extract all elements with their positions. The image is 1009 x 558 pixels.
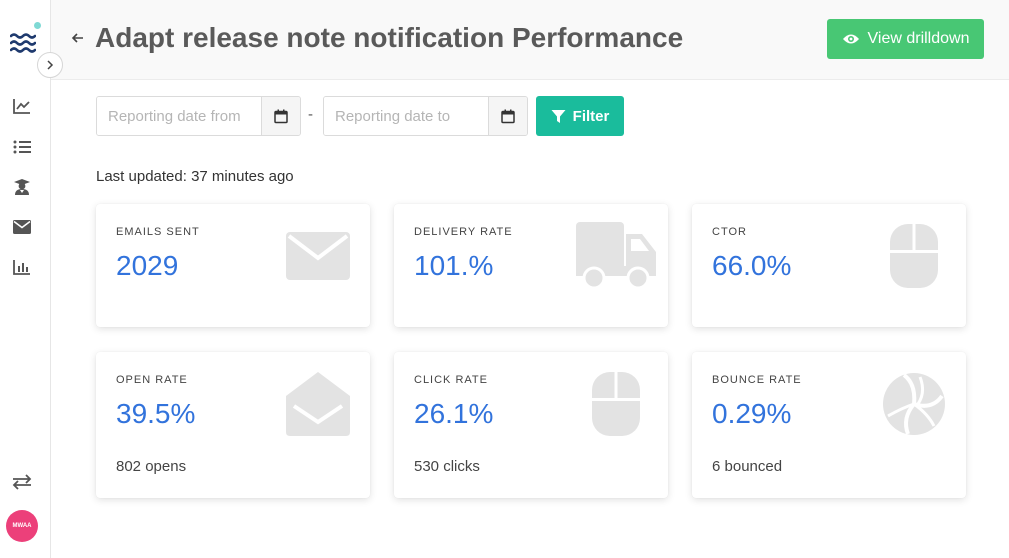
envelope-open-icon — [286, 372, 350, 436]
last-updated-text: Last updated: 37 minutes ago — [96, 168, 294, 185]
filter-icon — [551, 109, 566, 123]
page-title: Adapt release note notification Performa… — [95, 22, 684, 53]
card-label: EMAILS SENT — [116, 226, 200, 238]
card-value: 39.5% — [116, 398, 196, 429]
date-to-calendar-button[interactable] — [488, 97, 527, 135]
card-subtext: 530 clicks — [414, 458, 480, 475]
truck-icon — [576, 222, 656, 288]
card-value: 66.0% — [712, 250, 792, 281]
chevron-right-icon — [47, 60, 54, 70]
page-header: Adapt release note notification Performa… — [51, 0, 1009, 80]
card-subtext: 6 bounced — [712, 458, 783, 475]
notification-dot — [34, 22, 41, 29]
calendar-icon — [274, 109, 288, 123]
card-value: 101.% — [414, 250, 494, 281]
filter-button[interactable]: Filter — [536, 96, 624, 136]
sidebar: MWAA — [0, 0, 51, 558]
bounce-rate-card: BOUNCE RATE 0.29% 6 bounced — [692, 352, 966, 498]
chart-line-icon[interactable] — [12, 96, 32, 116]
volleyball-icon — [883, 373, 945, 435]
date-from-group — [96, 96, 301, 136]
delivery-rate-card: DELIVERY RATE 101.% — [394, 204, 668, 327]
avatar[interactable]: MWAA — [6, 510, 38, 542]
mouse-icon — [890, 224, 938, 288]
card-value: 26.1% — [414, 398, 494, 429]
user-graduate-icon[interactable] — [12, 177, 32, 197]
sidebar-collapse-button[interactable] — [37, 52, 63, 78]
bar-chart-icon[interactable] — [12, 257, 32, 277]
mouse-icon — [592, 372, 640, 436]
ctor-card: CTOR 66.0% — [692, 204, 966, 327]
card-label: BOUNCE RATE — [712, 374, 802, 386]
app-root: MWAA Adapt release note notification Per… — [0, 0, 1009, 558]
view-drilldown-button[interactable]: View drilldown — [827, 19, 984, 59]
card-label: DELIVERY RATE — [414, 226, 513, 238]
card-label: OPEN RATE — [116, 374, 188, 386]
card-value: 0.29% — [712, 398, 792, 429]
card-value: 2029 — [116, 250, 179, 281]
logo-icon[interactable] — [10, 30, 36, 56]
date-to-group — [323, 96, 528, 136]
envelope-icon — [286, 232, 350, 280]
envelope-icon[interactable] — [12, 217, 32, 237]
click-rate-card: CLICK RATE 26.1% 530 clicks — [394, 352, 668, 498]
card-subtext: 802 opens — [116, 458, 187, 475]
exchange-icon[interactable] — [12, 472, 32, 492]
list-icon[interactable] — [12, 137, 32, 157]
card-label: CLICK RATE — [414, 374, 488, 386]
emails-sent-card: EMAILS SENT 2029 — [96, 204, 370, 327]
reporting-date-to-input[interactable] — [324, 97, 488, 135]
calendar-icon — [501, 109, 515, 123]
date-range-separator: - — [308, 106, 313, 123]
date-from-calendar-button[interactable] — [261, 97, 300, 135]
eye-icon — [842, 34, 859, 44]
reporting-date-from-input[interactable] — [97, 97, 261, 135]
back-arrow-icon[interactable] — [71, 31, 85, 45]
card-label: CTOR — [712, 226, 747, 238]
filter-label: Filter — [572, 107, 610, 125]
view-drilldown-label: View drilldown — [867, 30, 970, 47]
open-rate-card: OPEN RATE 39.5% 802 opens — [96, 352, 370, 498]
